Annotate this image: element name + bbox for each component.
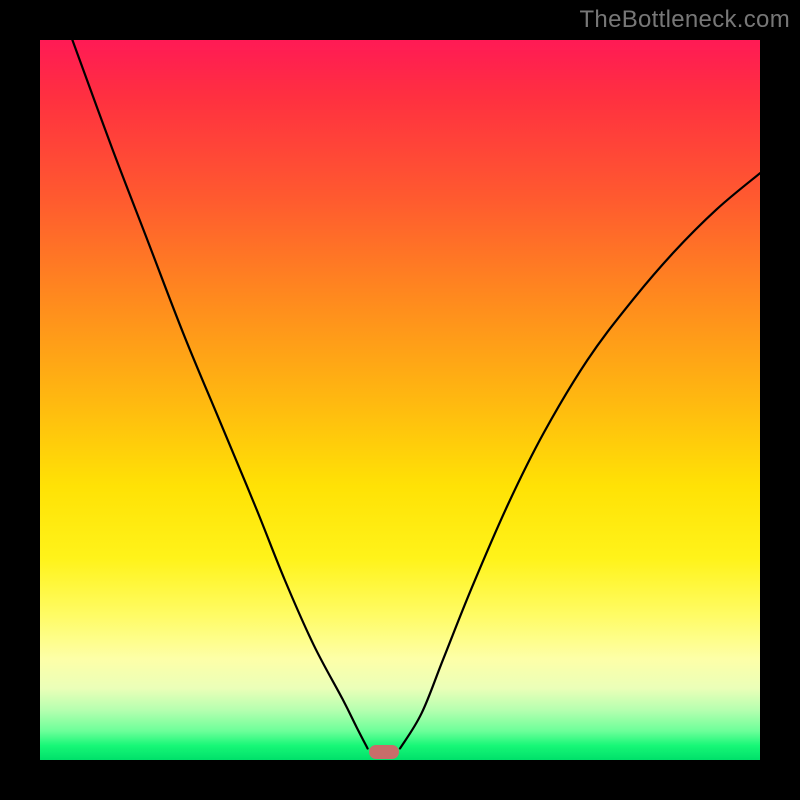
watermark-text: TheBottleneck.com [579,6,790,34]
curve-left-branch [72,40,367,748]
bottleneck-curve [40,40,760,760]
curve-right-branch [400,173,760,748]
plot-area [40,40,760,760]
chart-frame: TheBottleneck.com [0,0,800,800]
optimal-marker [369,745,399,759]
